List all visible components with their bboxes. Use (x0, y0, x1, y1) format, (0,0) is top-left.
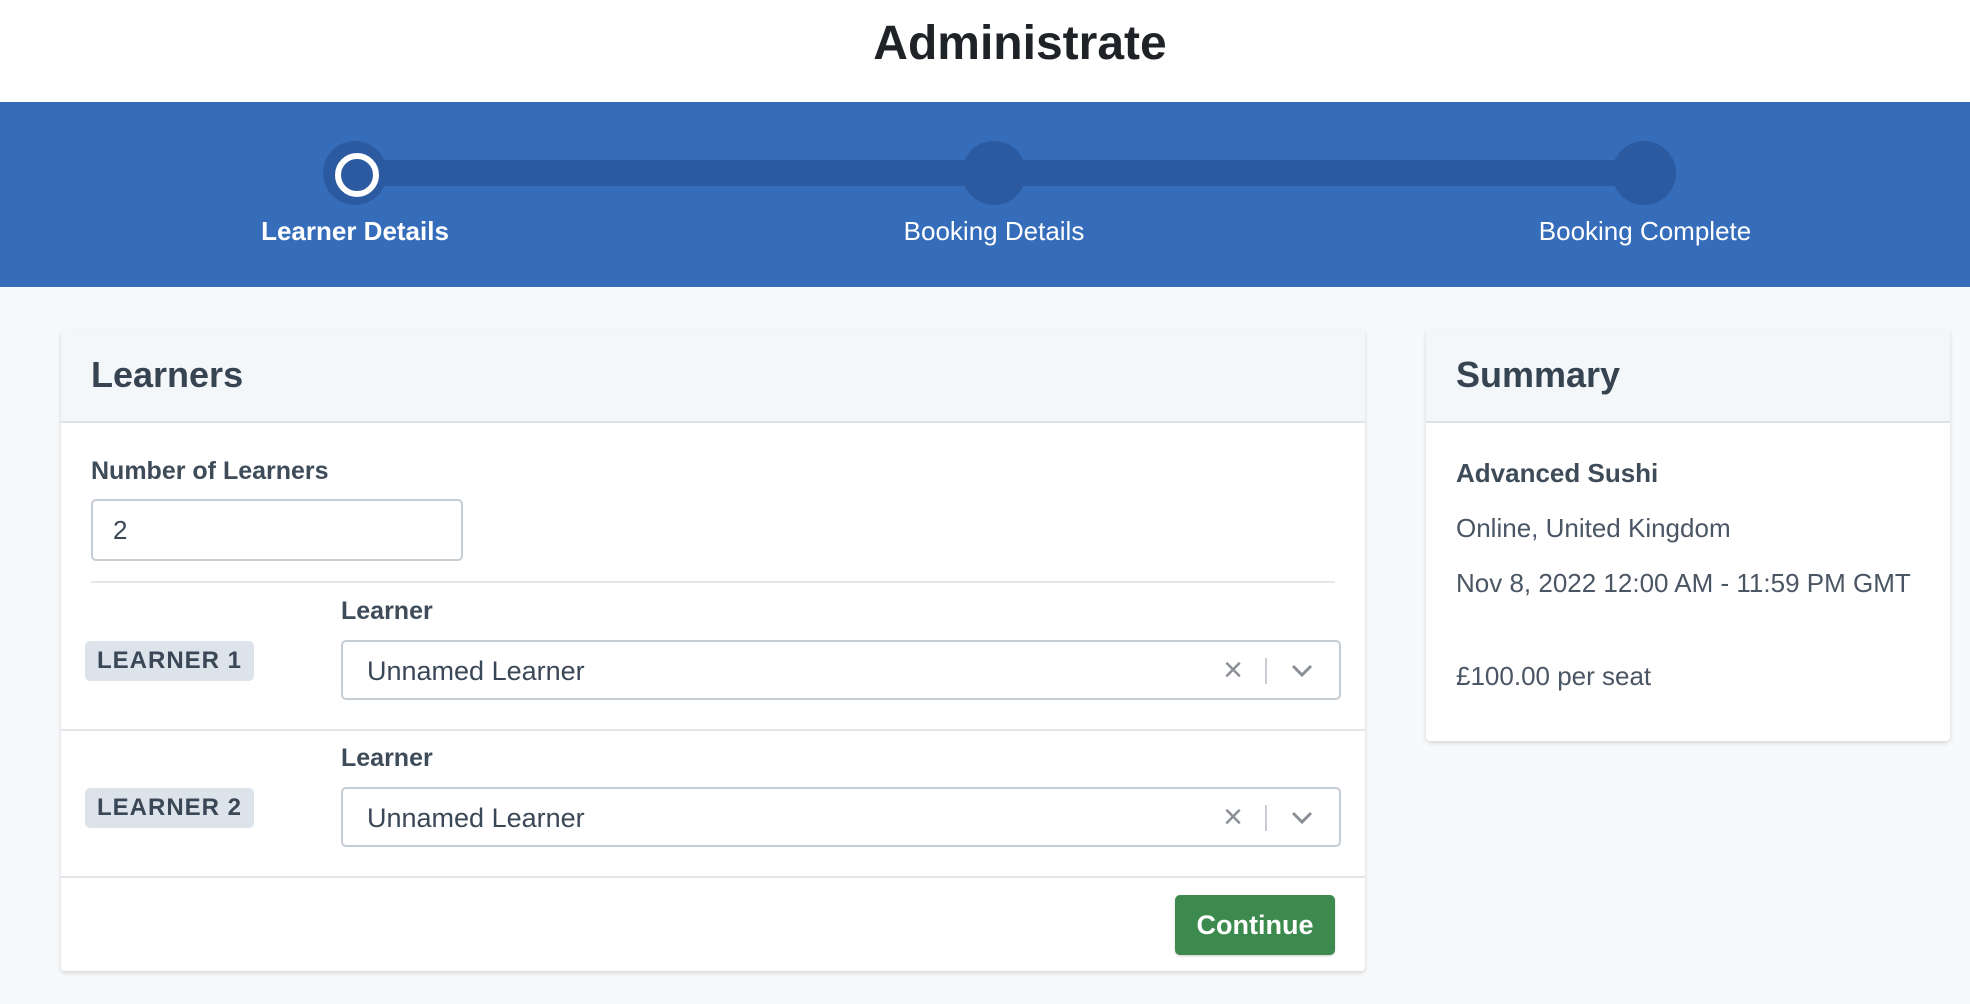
section-divider (91, 581, 1335, 583)
select-separator (1265, 658, 1267, 684)
number-of-learners-input[interactable] (91, 499, 463, 561)
summary-card: Summary Advanced Sushi Online, United Ki… (1426, 329, 1950, 741)
learner-1-field-label: Learner (341, 597, 433, 625)
learner-1-badge: LEARNER 1 (85, 641, 255, 681)
step-label-booking-details: Booking Details (903, 216, 1085, 246)
app-title: Administrate (873, 16, 1167, 70)
summary-card-title: Summary (1456, 354, 1621, 395)
learner-2-badge: LEARNER 2 (85, 788, 255, 828)
progress-stepper: Learner Details Booking Details Booking … (0, 102, 1970, 287)
learners-card-header: Learners (61, 329, 1365, 423)
course-name: Advanced Sushi (1456, 458, 1659, 488)
course-date: Nov 8, 2022 12:00 AM - 11:59 PM GMT (1456, 568, 1911, 598)
close-icon[interactable]: × (1223, 797, 1243, 837)
learner-2-select[interactable]: Unnamed Learner × (341, 787, 1341, 847)
footer-divider (61, 876, 1365, 878)
learner-1-selected-value: Unnamed Learner (367, 656, 585, 686)
step-3-indicator-icon (1612, 141, 1676, 205)
summary-card-header: Summary (1426, 329, 1950, 423)
learner-2-field-label: Learner (341, 744, 433, 772)
course-location: Online, United Kingdom (1456, 513, 1731, 543)
step-label-learner-details: Learner Details (261, 216, 449, 246)
row-divider (61, 729, 1365, 731)
chevron-down-icon[interactable] (1285, 801, 1319, 835)
top-header: Administrate (0, 0, 1970, 102)
learner-2-selected-value: Unnamed Learner (367, 803, 585, 833)
step-label-booking-complete: Booking Complete (1538, 216, 1752, 246)
step-2-indicator-icon (962, 141, 1026, 205)
close-icon[interactable]: × (1223, 650, 1243, 690)
select-separator (1265, 805, 1267, 831)
number-of-learners-label: Number of Learners (91, 457, 329, 485)
continue-button[interactable]: Continue (1175, 895, 1335, 955)
learners-card-title: Learners (91, 354, 244, 395)
course-price: £100.00 per seat (1456, 661, 1652, 691)
learner-1-select[interactable]: Unnamed Learner × (341, 640, 1341, 700)
chevron-down-icon[interactable] (1285, 654, 1319, 688)
learners-card: Learners Number of Learners LEARNER 1 Le… (61, 329, 1365, 971)
step-1-indicator-icon (323, 141, 387, 205)
